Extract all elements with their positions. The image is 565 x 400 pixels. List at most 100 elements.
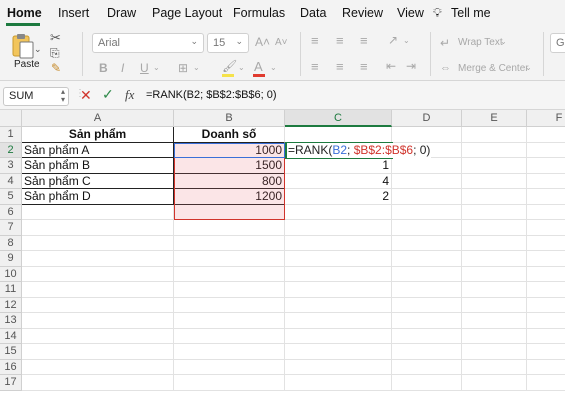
cell-a6[interactable]: [22, 204, 174, 220]
tab-view[interactable]: View: [397, 6, 424, 20]
cell-e15[interactable]: [462, 344, 527, 360]
chevron-down-icon[interactable]: ⌄: [270, 63, 277, 72]
cell-c9[interactable]: [285, 251, 392, 267]
cell-d8[interactable]: [392, 235, 462, 251]
decrease-indent-icon[interactable]: ⇤: [386, 59, 396, 73]
align-center-icon[interactable]: ≡: [336, 59, 344, 74]
cell-f13[interactable]: [527, 313, 565, 329]
align-middle-icon[interactable]: ≡: [336, 33, 344, 48]
row-header-4[interactable]: 4: [0, 173, 22, 189]
cell-b9[interactable]: [174, 251, 285, 267]
cell-b14[interactable]: [174, 328, 285, 344]
column-header-d[interactable]: D: [392, 110, 462, 127]
cell-c2-editor[interactable]: =RANK(B2; $B$2:$B$6; 0): [287, 143, 432, 158]
cell-f4[interactable]: [527, 174, 565, 189]
cell-d4[interactable]: [392, 173, 462, 189]
cell-b16[interactable]: [174, 359, 285, 375]
row-header-14[interactable]: 14: [0, 328, 22, 344]
cell-f17[interactable]: [527, 375, 565, 391]
cell-e16[interactable]: [462, 359, 527, 375]
cell-e4[interactable]: [462, 173, 527, 189]
cell-c6[interactable]: [285, 204, 392, 220]
wrap-text-button[interactable]: Wrap Text: [458, 37, 503, 48]
cell-d10[interactable]: [392, 266, 462, 282]
row-header-11[interactable]: 11: [0, 282, 22, 298]
formula-input[interactable]: =RANK(B2; $B$2:$B$6; 0): [146, 89, 277, 101]
chevron-down-icon[interactable]: ⌄: [193, 63, 200, 72]
scissors-icon[interactable]: ✂: [50, 30, 61, 46]
increase-font-icon[interactable]: A˄: [255, 35, 270, 49]
font-color-icon[interactable]: A: [254, 59, 263, 74]
name-box[interactable]: SUM ▴ ▾: [3, 87, 69, 106]
font-name-select[interactable]: Arial ⌄: [92, 33, 204, 53]
tab-data[interactable]: Data: [300, 6, 326, 20]
cell-a8[interactable]: [22, 235, 174, 251]
cell-c5[interactable]: 2: [285, 189, 392, 205]
align-top-icon[interactable]: ≡: [311, 33, 319, 48]
row-header-16[interactable]: 16: [0, 359, 22, 375]
row-header-9[interactable]: 9: [0, 251, 22, 267]
cell-b12[interactable]: [174, 297, 285, 313]
cell-a16[interactable]: [22, 359, 174, 375]
align-left-icon[interactable]: ≡: [311, 59, 319, 74]
tab-home[interactable]: Home: [7, 6, 42, 20]
cell-b13[interactable]: [174, 313, 285, 329]
cell-f10[interactable]: [527, 267, 565, 282]
fill-color-icon[interactable]: 🖌︎: [222, 59, 237, 73]
cell-a5[interactable]: Sản phẩm D: [22, 189, 174, 205]
cell-c14[interactable]: [285, 328, 392, 344]
cell-b15[interactable]: [174, 344, 285, 360]
row-header-3[interactable]: 3: [0, 158, 22, 174]
cell-f11[interactable]: [527, 282, 565, 298]
cell-e10[interactable]: [462, 266, 527, 282]
cell-f12[interactable]: [527, 298, 565, 313]
cell-d15[interactable]: [392, 344, 462, 360]
cell-d14[interactable]: [392, 328, 462, 344]
insert-function-button[interactable]: fx: [125, 87, 134, 103]
cell-b17[interactable]: [174, 375, 285, 391]
chevron-down-icon[interactable]: ⌄: [403, 36, 410, 45]
cell-d3[interactable]: [392, 158, 462, 174]
cell-e9[interactable]: [462, 251, 527, 267]
cell-e6[interactable]: [462, 204, 527, 220]
cancel-icon[interactable]: ✕: [80, 87, 92, 104]
cell-e3[interactable]: [462, 158, 527, 174]
cell-d11[interactable]: [392, 282, 462, 298]
cell-c15[interactable]: [285, 344, 392, 360]
cell-d9[interactable]: [392, 251, 462, 267]
cell-a11[interactable]: [22, 282, 174, 298]
cell-a1[interactable]: Sản phẩm: [22, 127, 174, 143]
cell-e5[interactable]: [462, 189, 527, 205]
row-header-17[interactable]: 17: [0, 375, 22, 391]
chevron-down-icon[interactable]: ⌄: [34, 44, 42, 55]
cell-d5[interactable]: [392, 189, 462, 205]
tab-page-layout[interactable]: Page Layout: [152, 6, 222, 20]
cell-a10[interactable]: [22, 266, 174, 282]
cell-f3[interactable]: [527, 158, 565, 174]
cell-f9[interactable]: [527, 251, 565, 267]
column-header-a[interactable]: A: [22, 110, 174, 127]
cell-a13[interactable]: [22, 313, 174, 329]
cell-c11[interactable]: [285, 282, 392, 298]
confirm-icon[interactable]: ✓: [102, 86, 114, 103]
cell-a12[interactable]: [22, 297, 174, 313]
cell-e1[interactable]: [462, 127, 527, 143]
cell-b7[interactable]: [174, 220, 285, 236]
number-format-select[interactable]: Ge: [550, 33, 565, 53]
row-header-10[interactable]: 10: [0, 266, 22, 282]
cell-a14[interactable]: [22, 328, 174, 344]
chevron-down-icon[interactable]: ⌄: [500, 37, 507, 46]
cell-d16[interactable]: [392, 359, 462, 375]
row-header-12[interactable]: 12: [0, 297, 22, 313]
cell-f7[interactable]: [527, 220, 565, 236]
cell-f16[interactable]: [527, 360, 565, 375]
cell-e7[interactable]: [462, 220, 527, 236]
row-header-8[interactable]: 8: [0, 235, 22, 251]
cell-d6[interactable]: [392, 204, 462, 220]
cell-f2[interactable]: [527, 143, 565, 158]
cell-b1[interactable]: Doanh số: [174, 127, 285, 143]
cell-e2[interactable]: [462, 142, 527, 158]
cell-f15[interactable]: [527, 344, 565, 360]
cell-f6[interactable]: [527, 205, 565, 220]
cell-f8[interactable]: [527, 236, 565, 251]
